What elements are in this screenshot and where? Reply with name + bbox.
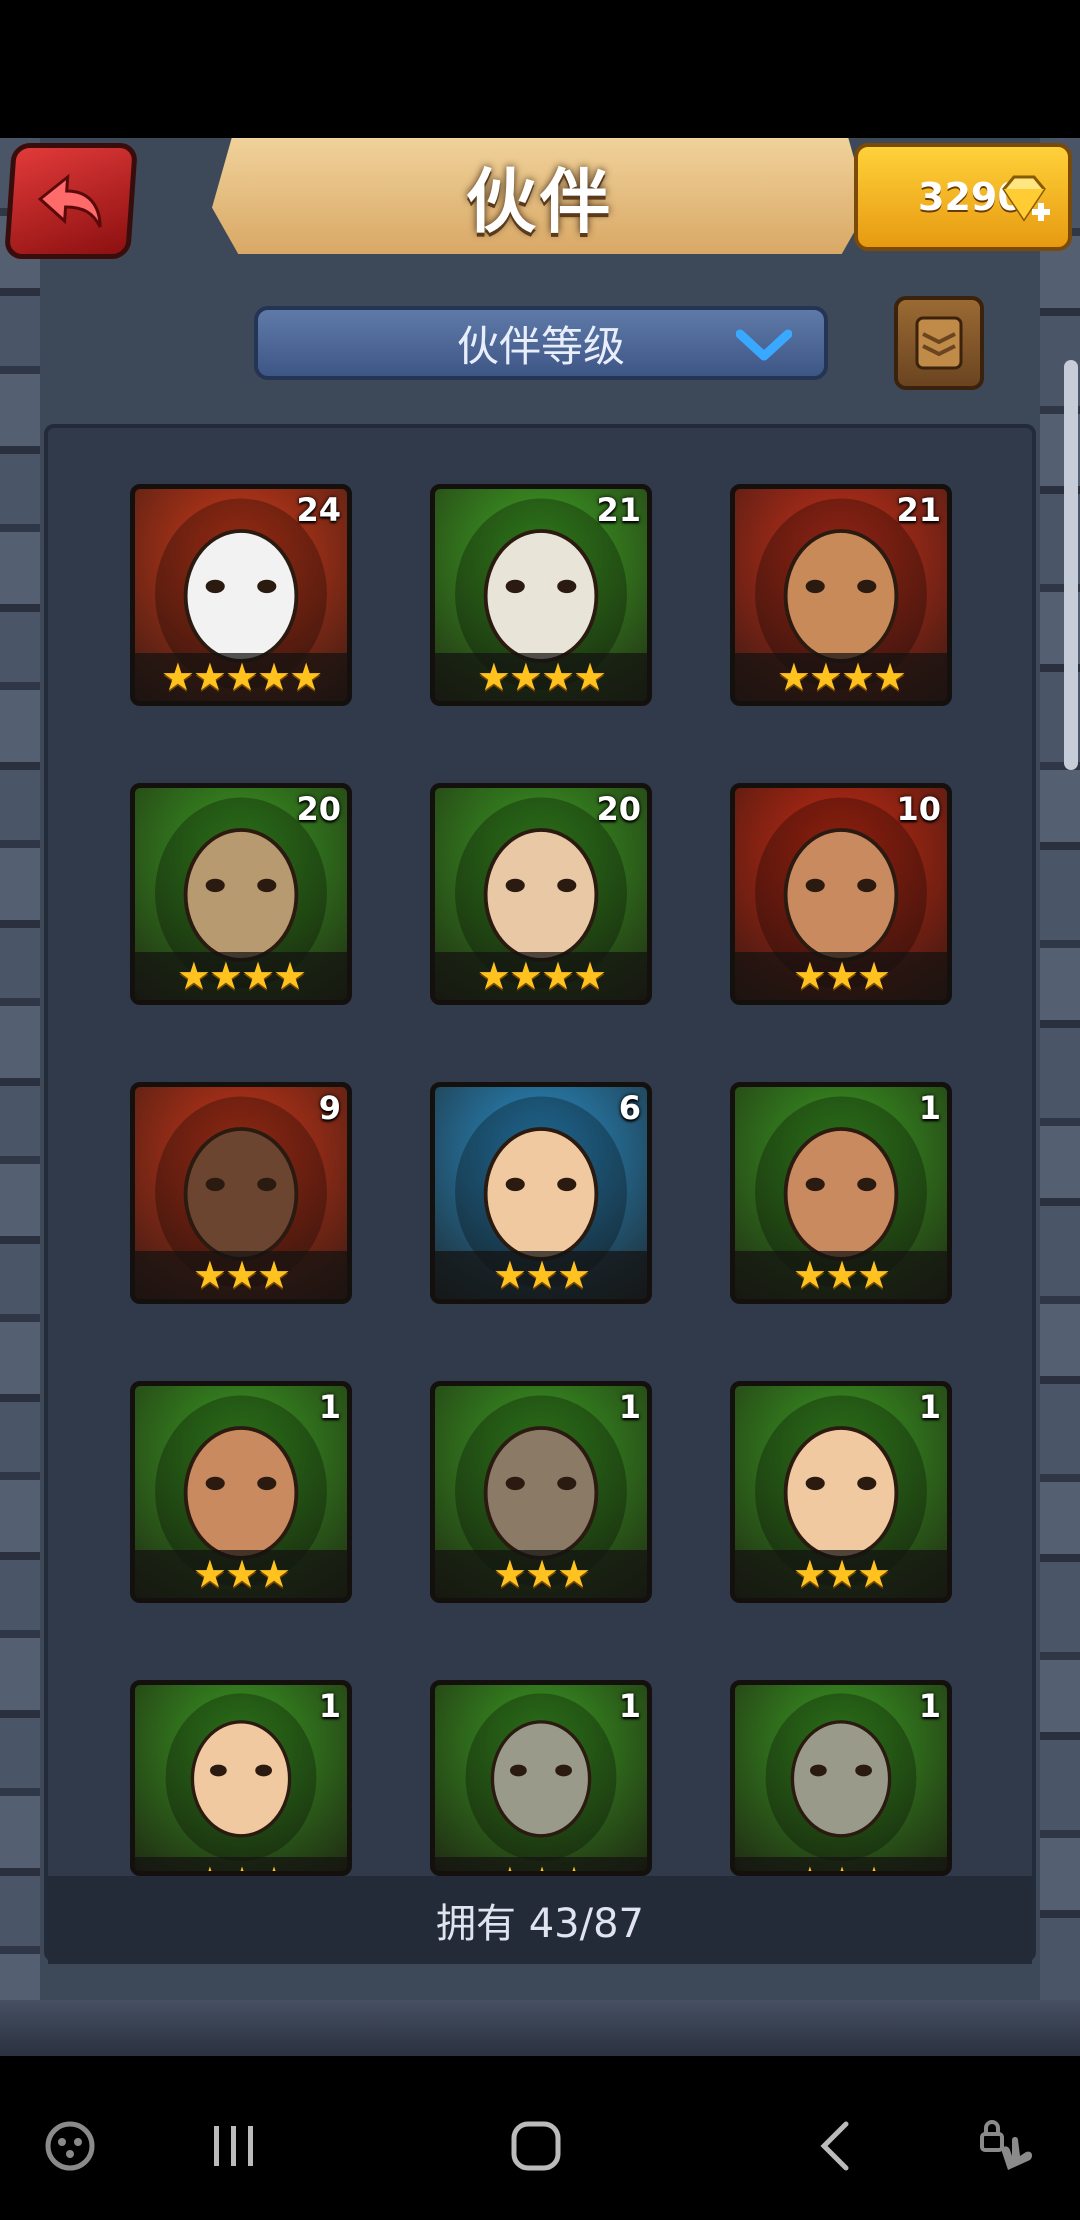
chevron-down-icon (736, 329, 792, 361)
title-banner: 伙伴 (212, 138, 868, 254)
hero-portrait (165, 1693, 317, 1861)
hero-star-rating: ★★★ (735, 1550, 947, 1598)
hero-star-rating: ★★★ (735, 1251, 947, 1299)
scroll-icon (915, 316, 963, 370)
hero-level: 1 (618, 1388, 641, 1426)
rock-border-bottom (0, 2000, 1080, 2056)
hero-portrait (765, 1693, 917, 1861)
hero-level: 1 (618, 1687, 641, 1725)
back-nav-icon[interactable] (808, 2116, 868, 2176)
hero-star-rating: ★★★★ (435, 952, 647, 1000)
hero-star-rating: ★★★ (135, 1857, 347, 1871)
hero-star-rating: ★★★ (435, 1251, 647, 1299)
touch-lock-icon[interactable] (978, 2116, 1038, 2176)
sort-label: 伙伴等级 (456, 321, 625, 371)
hero-card[interactable]: 6 ★★★ (430, 1082, 652, 1304)
hero-level: 20 (296, 790, 341, 828)
hero-level: 9 (318, 1089, 341, 1127)
hero-level: 10 (896, 790, 941, 828)
hero-level: 21 (896, 491, 941, 529)
hero-star-rating: ★★★ (735, 952, 947, 1000)
rock-border-left (0, 138, 40, 2056)
hero-star-rating: ★★★ (135, 1550, 347, 1598)
game-launcher-icon[interactable] (40, 2116, 100, 2176)
hero-level: 1 (318, 1388, 341, 1426)
back-arrow-icon (37, 173, 102, 228)
hero-card[interactable]: 20 ★★★★ (430, 783, 652, 1005)
hero-star-rating: ★★★★★ (135, 653, 347, 701)
hero-card[interactable]: 1 ★★★ (730, 1381, 952, 1603)
owned-count: 拥有 43/87 (436, 1901, 644, 1947)
home-icon[interactable] (506, 2116, 566, 2176)
hero-level: 1 (918, 1687, 941, 1725)
hero-card[interactable]: 21 ★★★★ (430, 484, 652, 706)
scroll-book-button[interactable] (894, 296, 984, 390)
hero-card[interactable]: 1 ★★★ (430, 1680, 652, 1876)
hero-star-rating: ★★★★ (735, 653, 947, 701)
hero-card[interactable]: 1 ★★★ (730, 1680, 952, 1876)
gem-counter[interactable]: 3290 (854, 143, 1072, 251)
hero-card[interactable]: 9 ★★★ (130, 1082, 352, 1304)
hero-star-rating: ★★★ (435, 1550, 647, 1598)
status-bar (0, 0, 1080, 138)
hero-level: 1 (318, 1687, 341, 1725)
hero-portrait (465, 1693, 617, 1861)
hero-card[interactable]: 1 ★★★ (130, 1381, 352, 1603)
hero-card[interactable]: 1 ★★★ (430, 1381, 652, 1603)
hero-card[interactable]: 1 ★★★ (730, 1082, 952, 1304)
scrollbar[interactable] (1064, 360, 1078, 770)
hero-card[interactable]: 24 ★★★★★ (130, 484, 352, 706)
hero-star-rating: ★★★ (435, 1857, 647, 1871)
hero-level: 21 (596, 491, 641, 529)
hero-level: 1 (918, 1089, 941, 1127)
hero-card[interactable]: 20 ★★★★ (130, 783, 352, 1005)
hero-card[interactable]: 10 ★★★ (730, 783, 952, 1005)
gem-plus-icon (1002, 175, 1050, 222)
owned-count-bar: 拥有 43/87 (48, 1876, 1032, 1964)
hero-star-rating: ★★★ (735, 1857, 947, 1871)
sort-dropdown[interactable]: 伙伴等级 (254, 306, 828, 380)
hero-level: 24 (296, 491, 341, 529)
hero-star-rating: ★★★★ (435, 653, 647, 701)
hero-card[interactable]: 21 ★★★★ (730, 484, 952, 706)
page-title: 伙伴 (466, 160, 614, 243)
hero-card[interactable]: 1 ★★★ (130, 1680, 352, 1876)
hero-level: 20 (596, 790, 641, 828)
recent-apps-icon[interactable] (204, 2116, 264, 2176)
hero-level: 1 (918, 1388, 941, 1426)
hero-star-rating: ★★★ (135, 1251, 347, 1299)
hero-star-rating: ★★★★ (135, 952, 347, 1000)
back-button[interactable] (3, 143, 139, 259)
hero-level: 6 (618, 1089, 641, 1127)
